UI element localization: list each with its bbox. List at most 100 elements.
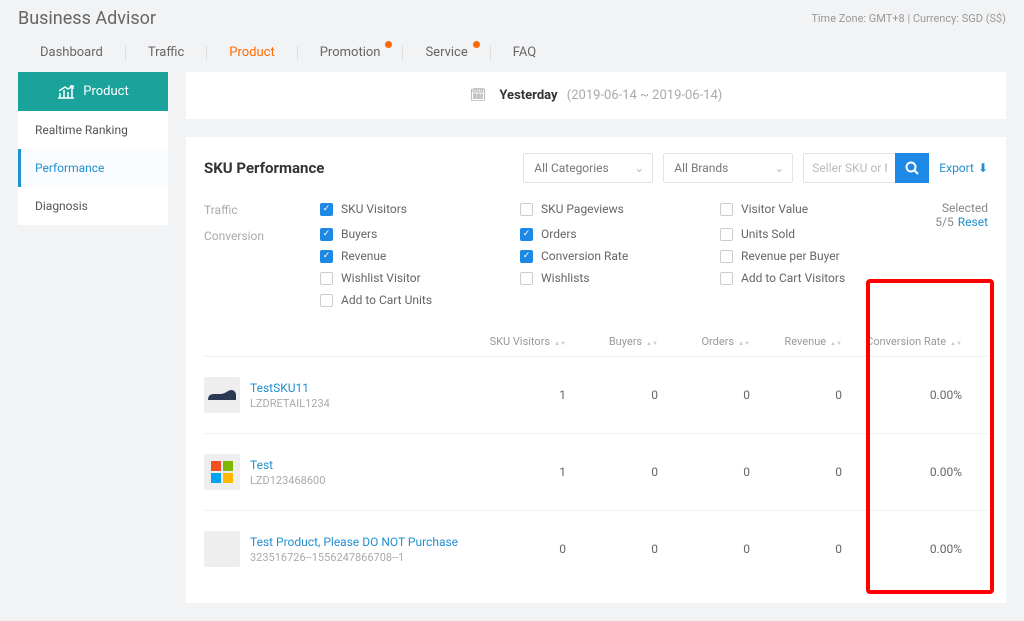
metric-checkbox[interactable]: SKU Pageviews xyxy=(520,201,700,217)
metric-checkbox[interactable]: ✓ Revenue xyxy=(320,249,500,263)
notification-dot-icon xyxy=(473,41,480,48)
metric-checkbox[interactable]: ✓ Buyers xyxy=(320,227,500,241)
sort-icon: ▲▼ xyxy=(950,341,962,346)
sort-icon: ▲▼ xyxy=(830,341,842,346)
metric-group-conversion: Conversion xyxy=(204,227,304,307)
checkbox-checked-icon: ✓ xyxy=(320,203,333,216)
checkbox-icon xyxy=(720,250,733,263)
metric-label: Revenue per Buyer xyxy=(741,249,840,263)
sort-icon: ▲▼ xyxy=(646,341,658,346)
metric-group-traffic: Traffic xyxy=(204,201,304,217)
column-header[interactable]: Conversion Rate▲▼ xyxy=(842,335,962,348)
tab-service[interactable]: Service xyxy=(403,39,489,66)
sort-icon: ▲▼ xyxy=(554,341,566,346)
sidebar-item-performance[interactable]: Performance xyxy=(18,149,168,187)
table-cell: 0 xyxy=(658,465,750,479)
table-cell: 0 xyxy=(750,542,842,556)
table-cell: 0.00% xyxy=(842,388,962,402)
sidebar-section-product[interactable]: Product xyxy=(18,72,168,111)
table-cell: 0 xyxy=(566,388,658,402)
metric-label: SKU Visitors xyxy=(341,202,407,216)
category-select[interactable]: All Categories xyxy=(523,153,653,183)
metric-label: Visitor Value xyxy=(741,202,808,216)
checkbox-checked-icon: ✓ xyxy=(320,228,333,241)
calendar-icon: 🗓 xyxy=(470,88,487,103)
download-icon: ⬇ xyxy=(978,161,988,175)
date-range-selector[interactable]: 🗓 Yesterday (2019-06-14 ~ 2019-06-14) xyxy=(186,72,1006,119)
table-row: Test LZD123468600 10000.00% xyxy=(204,433,988,510)
product-thumbnail xyxy=(204,377,240,413)
table-cell: 0 xyxy=(474,542,566,556)
metric-label: Wishlist Visitor xyxy=(341,271,421,285)
sidebar-item-realtime-ranking[interactable]: Realtime Ranking xyxy=(18,111,168,149)
metric-checkbox[interactable]: ✓ Conversion Rate xyxy=(520,249,700,263)
sort-icon: ▲▼ xyxy=(738,341,750,346)
sidebar-item-diagnosis[interactable]: Diagnosis xyxy=(18,187,168,225)
metric-label: Revenue xyxy=(341,249,386,263)
tab-promotion[interactable]: Promotion xyxy=(298,39,403,66)
selected-count: Selected 5/5Reset xyxy=(900,201,988,229)
metric-checkbox[interactable]: Revenue per Buyer xyxy=(720,249,900,263)
table-cell: 0.00% xyxy=(842,465,962,479)
metric-label: Units Sold xyxy=(741,227,795,241)
metric-label: Add to Cart Units xyxy=(341,293,432,307)
product-sku: LZDRETAIL1234 xyxy=(250,397,330,410)
checkbox-icon xyxy=(720,272,733,285)
table-cell: 0 xyxy=(566,542,658,556)
brand-select[interactable]: All Brands xyxy=(663,153,793,183)
main-nav: Dashboard Traffic Product Promotion Serv… xyxy=(0,29,1024,72)
checkbox-icon xyxy=(720,228,733,241)
table-cell: 0.00% xyxy=(842,542,962,556)
checkbox-icon xyxy=(720,203,733,216)
tab-product[interactable]: Product xyxy=(207,39,296,66)
chart-growth-icon xyxy=(57,85,75,99)
search-icon xyxy=(905,161,919,175)
checkbox-icon xyxy=(520,272,533,285)
metric-checkbox[interactable]: Wishlists xyxy=(520,271,700,285)
table-cell: 1 xyxy=(474,465,566,479)
product-thumbnail xyxy=(204,454,240,490)
checkbox-icon xyxy=(520,203,533,216)
metric-checkbox[interactable]: ✓ SKU Visitors xyxy=(320,201,500,217)
product-name-link[interactable]: TestSKU11 xyxy=(250,381,330,395)
metric-checkbox[interactable]: ✓ Orders xyxy=(520,227,700,241)
product-sku: 323516726--1556247866708--1 xyxy=(250,551,458,564)
search-button[interactable] xyxy=(895,153,929,183)
column-header[interactable]: Orders▲▼ xyxy=(658,335,750,348)
export-link[interactable]: Export ⬇ xyxy=(939,161,988,175)
checkbox-checked-icon: ✓ xyxy=(320,250,333,263)
table-cell: 0 xyxy=(658,542,750,556)
checkbox-icon xyxy=(320,272,333,285)
panel-title: SKU Performance xyxy=(204,159,324,177)
table-cell: 0 xyxy=(750,388,842,402)
column-header[interactable]: Buyers▲▼ xyxy=(566,335,658,348)
metric-checkbox[interactable]: Wishlist Visitor xyxy=(320,271,500,285)
notification-dot-icon xyxy=(385,41,392,48)
table-row: TestSKU11 LZDRETAIL1234 10000.00% xyxy=(204,356,988,433)
metric-label: Orders xyxy=(541,227,577,241)
checkbox-checked-icon: ✓ xyxy=(520,228,533,241)
tab-faq[interactable]: FAQ xyxy=(491,39,558,66)
metric-checkbox[interactable]: Visitor Value xyxy=(720,201,900,217)
table-cell: 1 xyxy=(474,388,566,402)
checkbox-icon xyxy=(320,294,333,307)
tab-traffic[interactable]: Traffic xyxy=(126,39,206,66)
product-thumbnail xyxy=(204,531,240,567)
reset-link[interactable]: Reset xyxy=(958,215,988,229)
tab-dashboard[interactable]: Dashboard xyxy=(18,39,125,66)
search-input[interactable] xyxy=(803,153,895,183)
metric-checkbox[interactable]: Add to Cart Units xyxy=(320,293,500,307)
metric-label: SKU Pageviews xyxy=(541,202,624,216)
column-header[interactable]: Revenue▲▼ xyxy=(750,335,842,348)
product-name-link[interactable]: Test Product, Please DO NOT Purchase xyxy=(250,535,458,549)
metric-checkbox[interactable]: Add to Cart Visitors xyxy=(720,271,900,285)
table-cell: 0 xyxy=(750,465,842,479)
table-cell: 0 xyxy=(658,388,750,402)
checkbox-checked-icon: ✓ xyxy=(520,250,533,263)
metric-label: Buyers xyxy=(341,227,377,241)
timezone-currency: Time Zone: GMT+8 | Currency: SGD (S$) xyxy=(811,12,1006,25)
column-header[interactable]: SKU Visitors▲▼ xyxy=(474,335,566,348)
table-cell: 0 xyxy=(566,465,658,479)
product-name-link[interactable]: Test xyxy=(250,458,325,472)
metric-checkbox[interactable]: Units Sold xyxy=(720,227,900,241)
